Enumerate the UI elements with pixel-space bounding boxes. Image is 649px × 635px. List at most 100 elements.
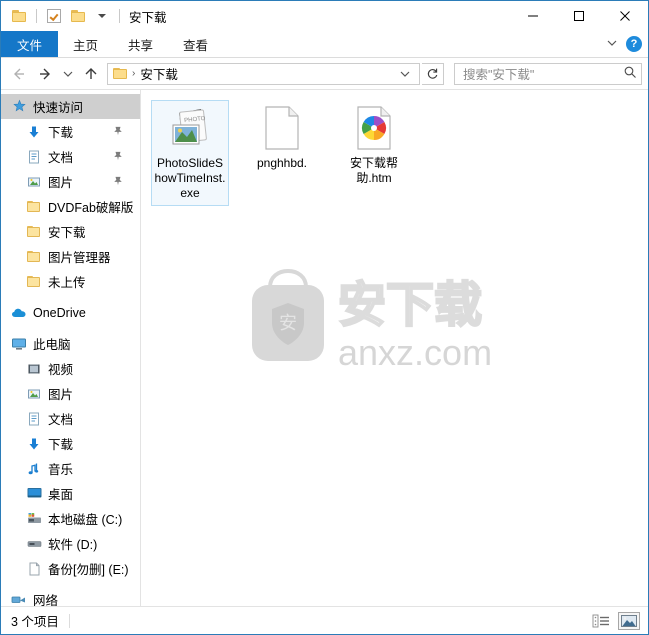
network-icon xyxy=(11,592,27,607)
tab-file[interactable]: 文件 xyxy=(1,31,59,57)
sidebar-item-drive-d[interactable]: 软件 (D:) xyxy=(1,531,140,556)
help-icon[interactable]: ? xyxy=(626,36,642,52)
new-folder-icon[interactable] xyxy=(68,6,88,26)
sidebar-item-downloads[interactable]: 下载 xyxy=(1,431,140,456)
qat-divider-1 xyxy=(36,9,37,23)
sidebar-item-videos[interactable]: 视频 xyxy=(1,356,140,381)
sidebar-item-dvdfab[interactable]: DVDFab破解版 xyxy=(1,194,140,219)
pin-icon[interactable] xyxy=(113,125,123,139)
address-bar: › 安下载 搜索"安下载" xyxy=(1,58,648,89)
sidebar-item-pictures[interactable]: 图片 xyxy=(1,381,140,406)
sidebar-item-drive-c[interactable]: 本地磁盘 (C:) xyxy=(1,506,140,531)
file-name: 安下载帮助.htm xyxy=(349,156,398,185)
sidebar-item-onedrive[interactable]: OneDrive xyxy=(1,300,140,325)
search-input[interactable]: 搜索"安下载" xyxy=(454,62,642,85)
minimize-button[interactable] xyxy=(510,1,556,31)
forward-button[interactable] xyxy=(33,62,57,86)
folder-icon xyxy=(26,249,42,265)
details-view-button[interactable] xyxy=(590,612,612,630)
large-icons-view-button[interactable] xyxy=(618,611,640,630)
path-dropdown-icon[interactable] xyxy=(393,68,417,80)
onedrive-cloud-icon xyxy=(11,305,27,321)
sidebar-item-label: 未上传 xyxy=(48,276,86,290)
music-icon xyxy=(26,461,42,477)
blank-file-icon xyxy=(258,104,306,152)
ribbon-right-controls: ? xyxy=(606,31,642,57)
folder-icon[interactable] xyxy=(9,6,29,26)
chevron-down-icon[interactable] xyxy=(606,37,618,52)
file-item[interactable]: 安下载帮助.htm xyxy=(335,100,413,206)
tab-share[interactable]: 共享 xyxy=(113,31,168,57)
folder-icon xyxy=(26,224,42,240)
sidebar-item-music[interactable]: 音乐 xyxy=(1,456,140,481)
sidebar-item-quick-access[interactable]: 快速访问 xyxy=(1,94,140,119)
sidebar-item-anxiazai[interactable]: 安下载 xyxy=(1,219,140,244)
sidebar-item-downloads-qa[interactable]: 下载 xyxy=(1,119,140,144)
path-input[interactable]: › 安下载 xyxy=(107,62,420,85)
sidebar-item-desktop[interactable]: 桌面 xyxy=(1,481,140,506)
sidebar-item-this-pc[interactable]: 此电脑 xyxy=(1,331,140,356)
file-list-area[interactable]: 安 安下载 anxz.com PHOTO PhotoSlideShowTimeI… xyxy=(141,90,648,606)
star-pin-icon xyxy=(11,99,27,115)
desktop-icon xyxy=(26,486,42,502)
window-controls xyxy=(510,1,648,31)
sidebar-item-drive-e[interactable]: 备份[勿删] (E:) xyxy=(1,556,140,581)
sidebar-item-documents[interactable]: 文档 xyxy=(1,406,140,431)
tab-view[interactable]: 查看 xyxy=(168,31,223,57)
window-title: 安下载 xyxy=(129,10,167,25)
folder-icon xyxy=(26,274,42,290)
sidebar-item-label: 本地磁盘 (C:) xyxy=(48,513,123,527)
properties-icon[interactable] xyxy=(44,6,64,26)
close-button[interactable] xyxy=(602,1,648,31)
documents-icon xyxy=(26,411,42,427)
tab-home[interactable]: 主页 xyxy=(58,31,113,57)
sidebar-item-label: 视频 xyxy=(48,363,74,377)
quick-access-toolbar: 安下载 xyxy=(1,1,167,31)
sidebar-item-label: 下载 xyxy=(48,126,74,140)
sidebar-item-label: OneDrive xyxy=(33,305,86,320)
file-item[interactable]: PHOTO PhotoSlideShowTimeInst.exe xyxy=(151,100,229,206)
videos-icon xyxy=(26,361,42,377)
this-pc-icon xyxy=(11,336,27,352)
navigation-pane[interactable]: 快速访问 下载 文档 图片 DVDFab破解版 安下载 图片管理器 未上传 On… xyxy=(1,90,141,606)
sidebar-item-documents-qa[interactable]: 文档 xyxy=(1,144,140,169)
pin-icon[interactable] xyxy=(113,150,123,164)
sidebar-item-label: 下载 xyxy=(48,438,74,452)
file-grid: PHOTO PhotoSlideShowTimeInst.exe pnghhbd… xyxy=(141,90,648,220)
file-name: pnghhbd. xyxy=(256,156,308,170)
item-count-label: 3 个项目 xyxy=(11,615,59,629)
refresh-button[interactable] xyxy=(422,62,444,85)
sidebar-item-picture-manager[interactable]: 图片管理器 xyxy=(1,244,140,269)
sidebar-item-label: 软件 (D:) xyxy=(48,538,98,552)
watermark-logo: 安 安下载 anxz.com xyxy=(216,265,506,383)
explorer-window: 安下载 文件 主页 共享 查看 ? › 安下载 搜索"安下载" 快速访问 下载 … xyxy=(0,0,649,635)
breadcrumb-separator: › xyxy=(132,68,136,79)
view-buttons xyxy=(590,611,640,630)
sidebar-item-label: 安下载 xyxy=(48,226,86,240)
sidebar-item-label: 图片管理器 xyxy=(48,251,111,265)
file-item[interactable]: pnghhbd. xyxy=(243,100,321,206)
sidebar-item-network[interactable]: 网络 xyxy=(1,587,140,606)
sidebar-item-label: 文档 xyxy=(48,413,74,427)
sidebar-item-label: 快速访问 xyxy=(33,101,84,115)
search-icon[interactable] xyxy=(623,65,637,82)
download-icon xyxy=(26,436,42,452)
maximize-button[interactable] xyxy=(556,1,602,31)
drive-icon xyxy=(26,536,42,552)
sidebar-item-label: 桌面 xyxy=(48,488,74,502)
pin-icon[interactable] xyxy=(113,175,123,189)
sidebar-item-label: 音乐 xyxy=(48,463,74,477)
back-button[interactable] xyxy=(7,62,31,86)
sidebar-item-pictures-qa[interactable]: 图片 xyxy=(1,169,140,194)
up-button[interactable] xyxy=(79,62,103,86)
windows-drive-icon xyxy=(26,511,42,527)
customize-caret-icon[interactable] xyxy=(92,6,112,26)
svg-text:安下载: 安下载 xyxy=(338,277,482,333)
photo-slideshow-exe-icon: PHOTO xyxy=(166,104,214,152)
breadcrumb[interactable]: 安下载 xyxy=(137,64,181,83)
pictures-icon xyxy=(26,174,42,190)
recent-locations-icon[interactable] xyxy=(59,62,77,86)
svg-text:anxz.com: anxz.com xyxy=(338,332,492,373)
sidebar-item-not-uploaded[interactable]: 未上传 xyxy=(1,269,140,294)
file-name: PhotoSlideShowTimeInst.exe xyxy=(154,156,226,200)
